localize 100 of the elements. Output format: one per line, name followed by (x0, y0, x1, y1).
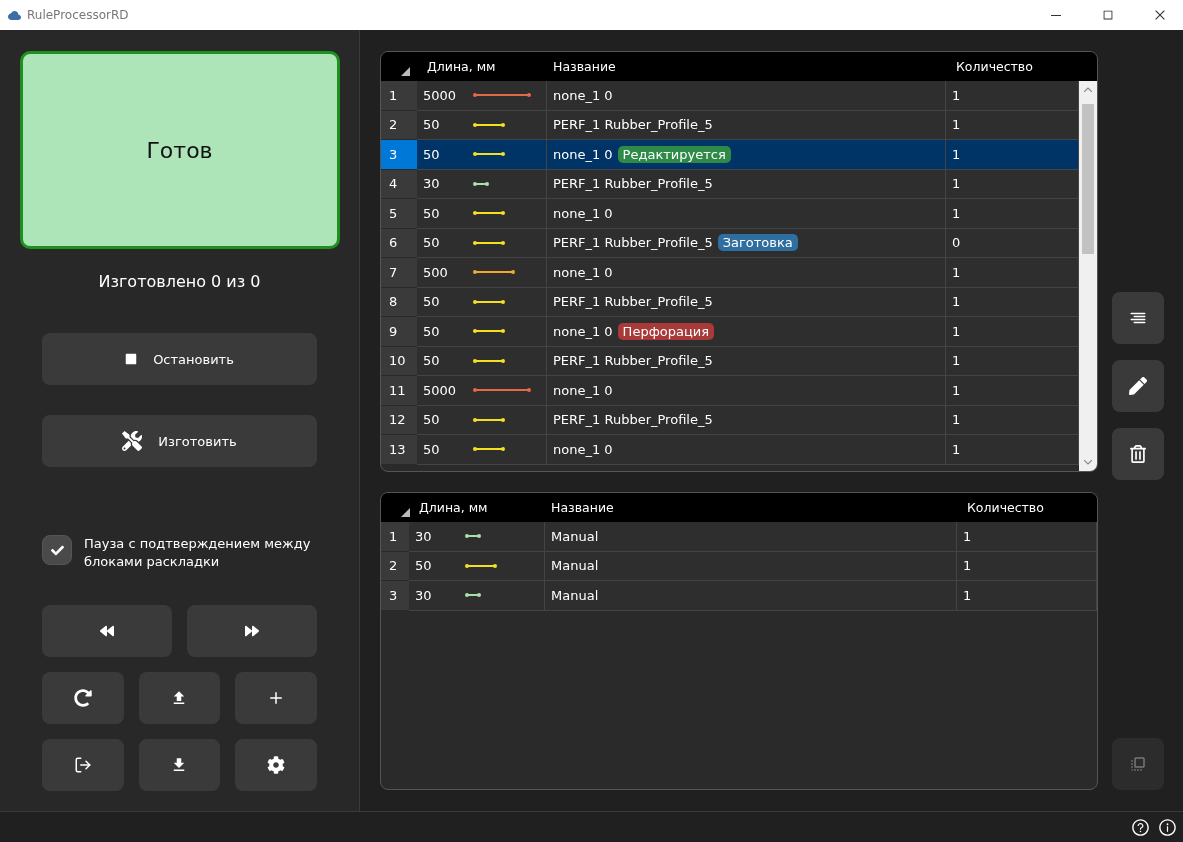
refresh-button[interactable] (42, 672, 124, 724)
table-cell: none_1 0 (553, 323, 613, 339)
table-cell: Manual (551, 587, 599, 603)
column-header[interactable]: Количество (946, 59, 1079, 74)
table-cell: none_1 0 (553, 146, 613, 162)
table-cell-text: 30 (414, 528, 433, 544)
row-number: 9 (381, 317, 417, 347)
table-row[interactable]: 3 50 none_1 0 Редактируется 1 (381, 140, 1079, 170)
table-cell: PERF_1 Rubber_Profile_5 (553, 294, 713, 310)
row-number: 7 (381, 258, 417, 288)
table-row[interactable]: 4 30 PERF_1 Rubber_Profile_5 1 (381, 169, 1079, 199)
table-cell: none_1 0 (553, 441, 613, 457)
exit-icon (73, 756, 92, 774)
minimize-icon (1051, 14, 1061, 16)
row-number: 2 (381, 110, 417, 140)
table-cell: none_1 0 (553, 87, 613, 103)
settings-button[interactable] (235, 739, 317, 791)
row-number: 12 (381, 405, 417, 435)
table-cell-text: 50 (422, 146, 441, 162)
table-cell: 1 (957, 581, 1097, 611)
window-title: RuleProcessorRD (27, 8, 130, 22)
table-row[interactable]: 9 50 none_1 0 Перфорация 1 (381, 317, 1079, 347)
pause-label: Пауза с подтверждением между блоками раскладки (84, 535, 312, 571)
table-row[interactable]: 2 50 Manual 1 (381, 551, 1097, 581)
row-number: 2 (381, 551, 409, 581)
table-row[interactable]: 8 50 PERF_1 Rubber_Profile_5 1 (381, 287, 1079, 317)
table-row[interactable]: 7 500 none_1 0 1 (381, 258, 1079, 288)
table-row[interactable]: 2 50 PERF_1 Rubber_Profile_5 1 (381, 110, 1079, 140)
table-cell-text: 30 (414, 587, 433, 603)
table-row[interactable]: 10 50 PERF_1 Rubber_Profile_5 1 (381, 346, 1079, 376)
make-button[interactable]: Изготовить (42, 415, 317, 467)
produced-count: Изготовлено 0 из 0 (98, 272, 261, 291)
column-header[interactable]: Количество (957, 500, 1097, 515)
table-cell: PERF_1 Rubber_Profile_5 (553, 117, 713, 133)
table-cell-text: 50 (422, 235, 441, 251)
pause-checkbox[interactable] (42, 535, 72, 565)
row-number: 13 (381, 435, 417, 465)
table-row[interactable]: 5 50 none_1 0 1 (381, 199, 1079, 229)
stop-button[interactable]: Остановить (42, 333, 317, 385)
table-row[interactable]: 11 5000 none_1 0 1 (381, 376, 1079, 406)
trash-button[interactable] (1112, 428, 1164, 480)
scroll-up-icon[interactable] (1084, 87, 1092, 92)
table-row[interactable]: 13 50 none_1 0 1 (381, 435, 1079, 465)
table-cell: PERF_1 Rubber_Profile_5 (553, 412, 713, 428)
table-cell: none_1 0 (553, 205, 613, 221)
table-cell-text: 50 (422, 412, 441, 428)
table-row[interactable]: 12 50 PERF_1 Rubber_Profile_5 1 (381, 405, 1079, 435)
column-header[interactable]: Длина, мм (409, 500, 545, 515)
scroll-down-icon[interactable] (1084, 460, 1092, 465)
exit-button[interactable] (42, 739, 124, 791)
scrollbar-thumb[interactable] (1082, 104, 1094, 254)
refresh-icon (73, 689, 92, 707)
status-tag: Перфорация (617, 322, 715, 340)
row-number: 1 (381, 81, 417, 111)
table-cell-text: 50 (422, 117, 441, 133)
table-cell: PERF_1 Rubber_Profile_5 (553, 235, 713, 251)
column-header[interactable]: Название (545, 500, 957, 515)
upload-button[interactable] (138, 672, 221, 724)
table-cell-text: 50 (422, 353, 441, 369)
fast-forward-icon (245, 624, 259, 638)
tools-icon (122, 431, 143, 451)
table-row[interactable]: 6 50 PERF_1 Rubber_Profile_5 Заготовка 0 (381, 228, 1079, 258)
scrollbar[interactable] (1079, 81, 1097, 471)
download-button[interactable] (138, 739, 221, 791)
help-icon[interactable] (1131, 817, 1150, 837)
trash-icon (1129, 445, 1147, 463)
table-cell-text: 50 (422, 441, 441, 457)
table-cell-text: 50 (422, 205, 441, 221)
table-cell: none_1 0 (553, 382, 613, 398)
column-header[interactable]: Название (547, 59, 946, 74)
row-number: 6 (381, 228, 417, 258)
pencil-icon (1129, 377, 1147, 395)
status-tag: Заготовка (717, 234, 798, 252)
column-header[interactable]: Длина, мм (417, 59, 547, 74)
settings-icon (267, 756, 286, 774)
row-number: 3 (381, 581, 409, 611)
table-cell: PERF_1 Rubber_Profile_5 (553, 176, 713, 192)
stop-icon (125, 353, 138, 365)
table-cell-text: 50 (414, 558, 433, 574)
table-cell: Manual (551, 558, 599, 574)
table-row[interactable]: 1 30 Manual 1 (381, 522, 1097, 552)
table-cell: Manual (551, 528, 599, 544)
table-cell: 1 (957, 522, 1097, 552)
table-cell-text: 5000 (422, 87, 458, 103)
app-icon (8, 8, 21, 22)
table-cell-text: 50 (422, 323, 441, 339)
rewind-icon (100, 624, 114, 638)
row-number: 8 (381, 287, 417, 317)
row-number: 3 (381, 140, 417, 170)
swap-icon (1129, 755, 1147, 773)
table-row[interactable]: 3 30 Manual 1 (381, 581, 1097, 611)
status-tag: Редактируется (617, 145, 731, 163)
table-row[interactable]: 1 5000 none_1 0 1 (381, 81, 1079, 111)
row-number: 1 (381, 522, 409, 552)
info-icon[interactable] (1158, 817, 1177, 837)
lines-button[interactable] (1112, 292, 1164, 344)
maximize-icon (1101, 8, 1115, 22)
table-cell: PERF_1 Rubber_Profile_5 (553, 353, 713, 369)
pencil-button[interactable] (1112, 360, 1164, 412)
row-number: 4 (381, 169, 417, 199)
